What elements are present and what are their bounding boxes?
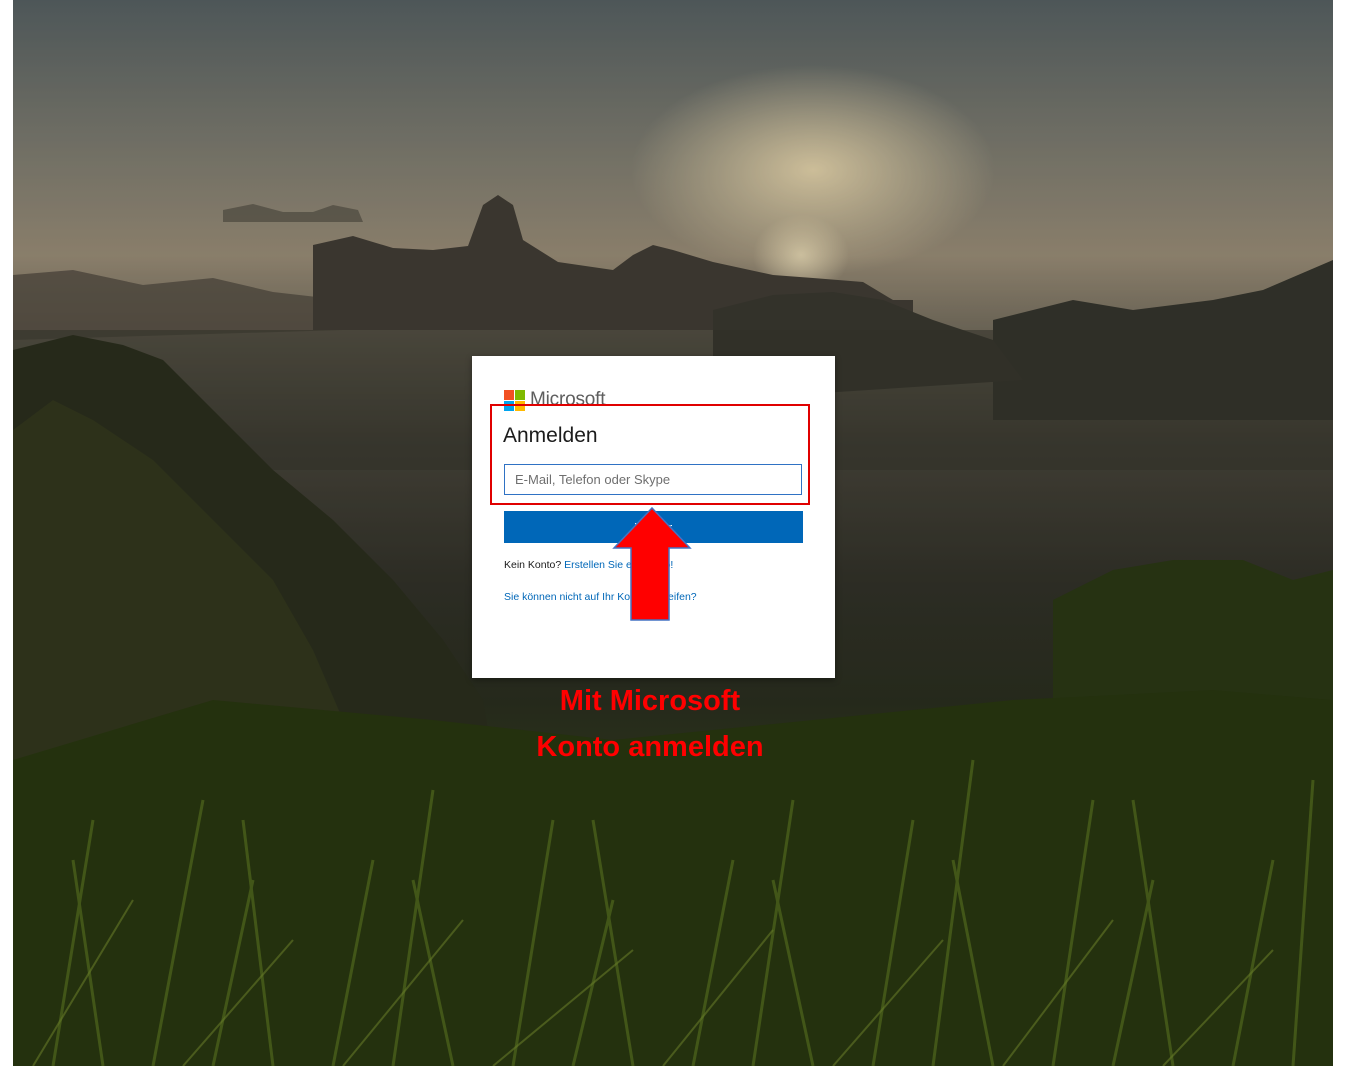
no-account-label: Kein Konto?	[504, 559, 562, 571]
annotation-highlight-box	[490, 404, 810, 505]
logo-square-green	[515, 389, 525, 400]
annotation-caption-line-2: Konto anmelden	[536, 731, 764, 763]
annotation-caption: Mit Microsoft Konto anmelden	[480, 678, 820, 770]
annotation-up-arrow-icon	[612, 507, 692, 621]
logo-square-red	[504, 389, 514, 400]
annotation-caption-line-1: Mit Microsoft	[559, 685, 741, 717]
